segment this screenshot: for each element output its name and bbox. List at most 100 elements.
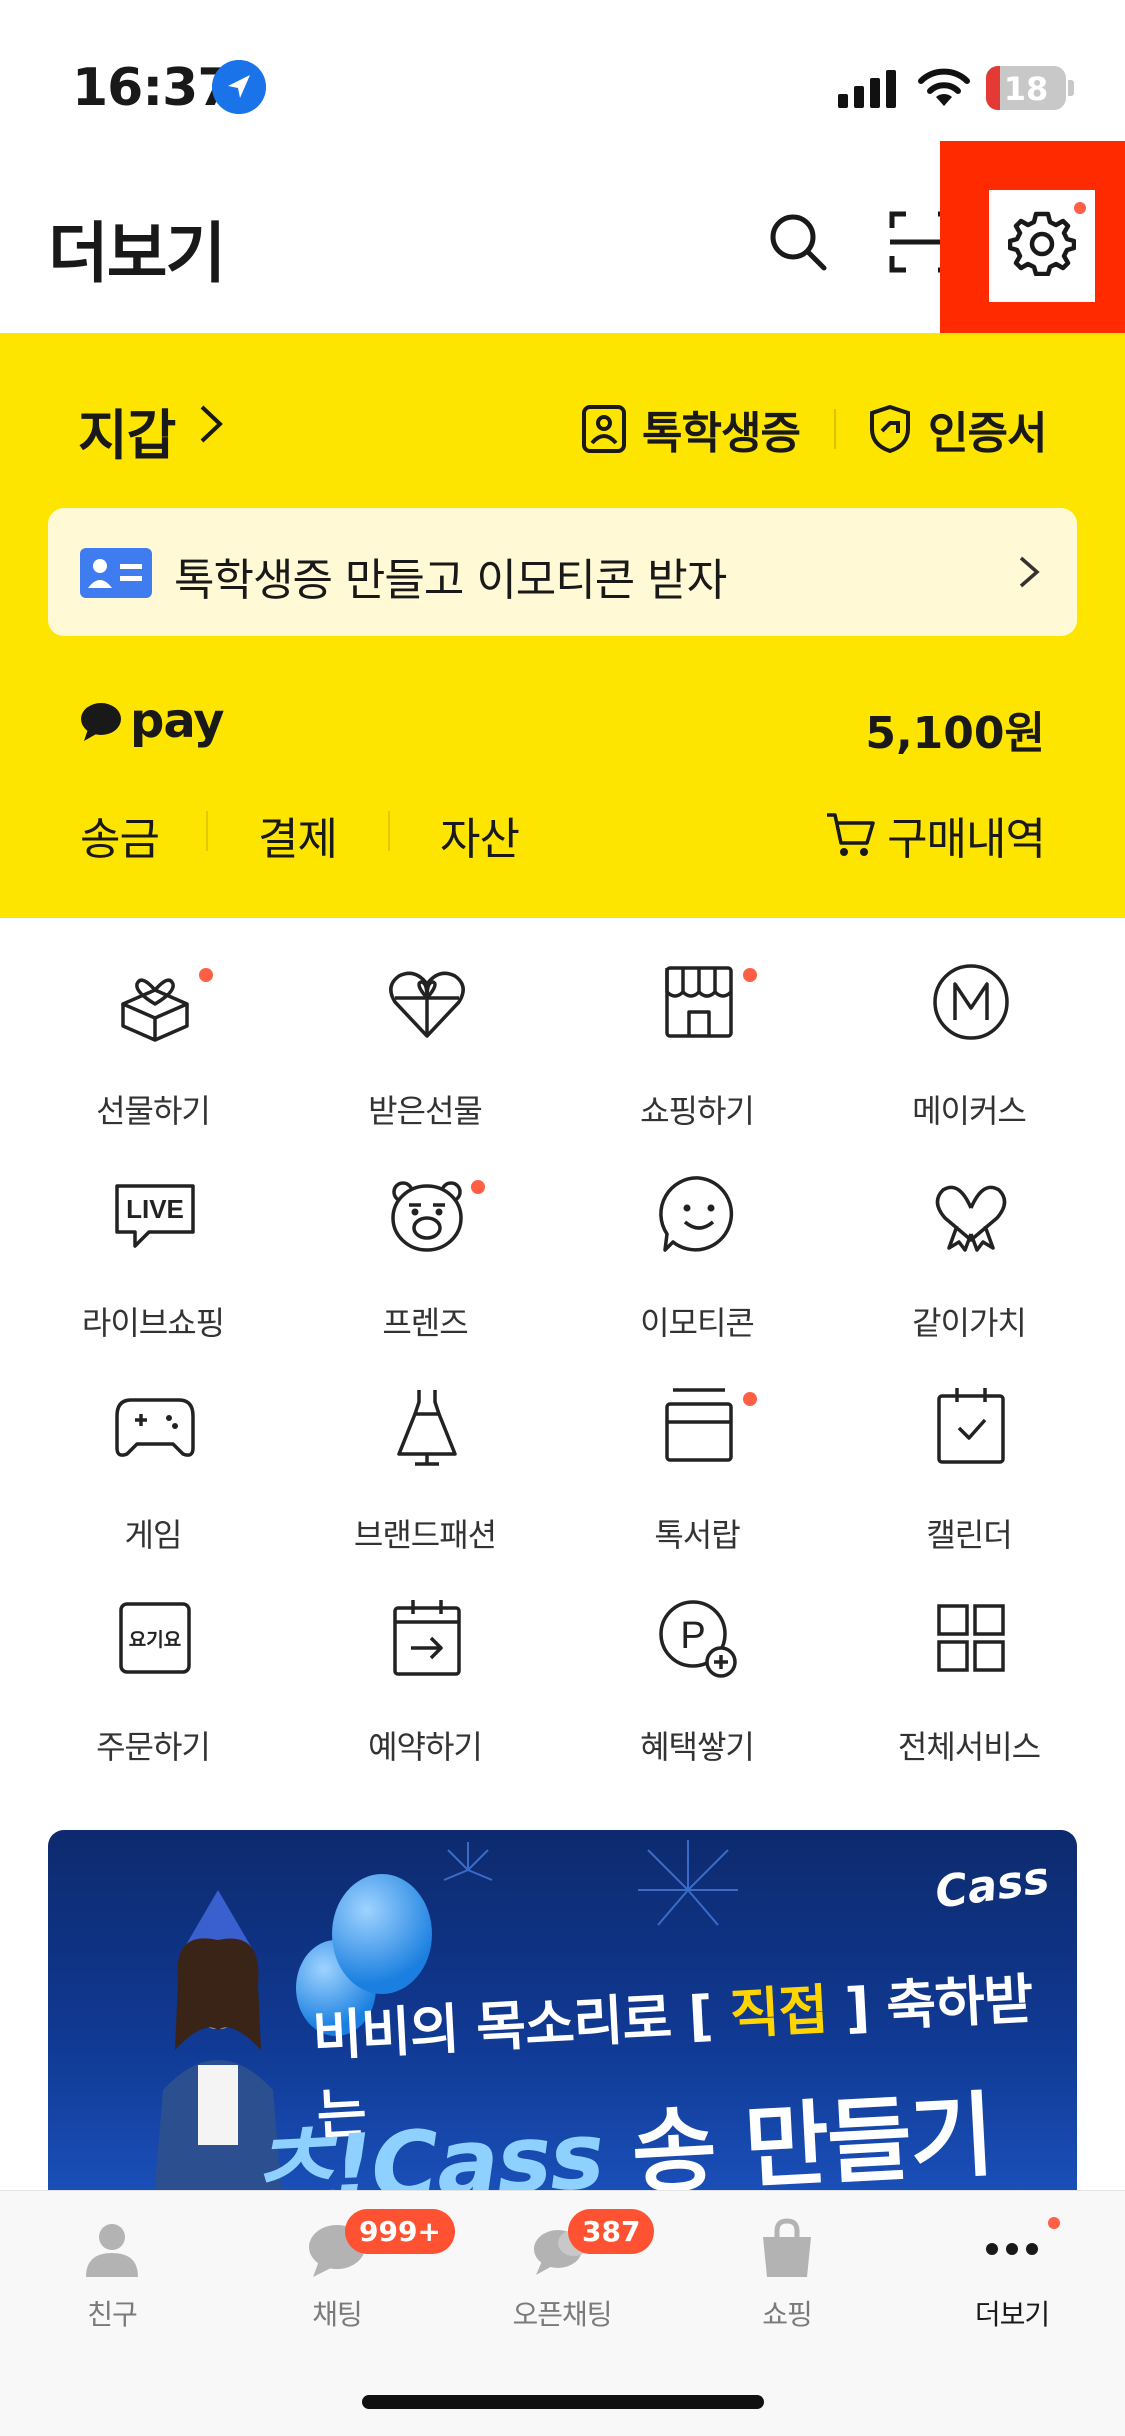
pay-label: pay [130, 693, 225, 749]
service-reservation[interactable]: 예약하기 [289, 1596, 561, 1796]
drawer-icon [665, 1388, 733, 1462]
service-shopping[interactable]: 쇼핑하기 [561, 960, 833, 1160]
service-label: 같이가치 [912, 1304, 1027, 1342]
banner-line1-pre: 비비의 목소리로 [ [311, 1984, 714, 2068]
service-label: 이모티콘 [640, 1304, 755, 1342]
heart-ribbon-icon [935, 1185, 1007, 1252]
tab-label: 친구 [87, 2298, 138, 2331]
search-icon[interactable] [762, 206, 834, 278]
service-order[interactable]: 요기요 주문하기 [17, 1596, 289, 1796]
service-label: 톡서랍 [654, 1516, 740, 1554]
service-makers[interactable]: 메이커스 [833, 960, 1105, 1160]
gear-icon[interactable] [1008, 208, 1076, 276]
tab-chat[interactable]: 채팅 999+ [237, 2209, 455, 2333]
service-label: 선물하기 [96, 1092, 211, 1130]
tab-friends[interactable]: 친구 [12, 2217, 212, 2333]
gamepad-icon [115, 1398, 195, 1457]
student-id-promo-banner[interactable]: 톡학생증 만들고 이모티콘 받자 [48, 508, 1077, 636]
service-game[interactable]: 게임 [17, 1384, 289, 1584]
unread-badge: 999+ [345, 2209, 455, 2254]
banner-line2-suffix: 송 만들기 [629, 2081, 996, 2190]
service-friends[interactable]: 프렌즈 [289, 1172, 561, 1372]
calendar-icon [937, 1388, 1005, 1464]
ad-banner[interactable]: Cass 비비의 목소리로 [ 직접 ] 축하받는 츠!Cass 송 만들기 [48, 1830, 1077, 2190]
id-card-icon [80, 548, 152, 598]
heart-gift-icon [389, 971, 465, 1038]
service-gift[interactable]: 선물하기 [17, 960, 289, 1160]
service-label: 받은선물 [368, 1092, 483, 1130]
certificate-label: 인증서 [928, 408, 1047, 459]
service-benefits[interactable]: P 혜택쌓기 [561, 1596, 833, 1796]
pay-menu-assets[interactable]: 자산 [440, 803, 520, 867]
chevron-right-icon [1019, 556, 1040, 588]
student-id-link[interactable]: 톡학생증 [580, 397, 801, 461]
purchase-history-label: 구매내역 [887, 814, 1046, 865]
tab-label: 오픈채팅 [512, 2298, 612, 2331]
wallet-divider [834, 409, 836, 449]
service-label: 게임 [124, 1516, 183, 1554]
purchase-history-link[interactable]: 구매내역 [825, 803, 1046, 867]
location-arrow-icon [212, 60, 266, 114]
bag-icon [763, 2218, 811, 2277]
student-id-label: 톡학생증 [642, 408, 801, 459]
service-label: 프렌즈 [382, 1304, 468, 1342]
pay-menu-divider [388, 811, 390, 851]
tab-shopping[interactable]: 쇼핑 [687, 2217, 887, 2333]
battery-indicator: 18 [986, 66, 1066, 110]
settings-new-dot [1074, 202, 1086, 214]
point-icon-text: P [680, 1615, 705, 1657]
dress-icon [397, 1390, 457, 1466]
page-title: 더보기 [48, 215, 226, 292]
service-label: 브랜드패션 [353, 1516, 497, 1554]
battery-tip [1068, 80, 1074, 96]
service-talk-drawer[interactable]: 톡서랍 [561, 1384, 833, 1584]
tab-open-chat[interactable]: 오픈채팅 387 [462, 2209, 662, 2333]
service-all[interactable]: 전체서비스 [833, 1596, 1105, 1796]
pay-menu-payment[interactable]: 결제 [258, 803, 338, 867]
service-brand-fashion[interactable]: 브랜드패션 [289, 1384, 561, 1584]
order-icon: 요기요 [119, 1602, 191, 1674]
service-calendar[interactable]: 캘린더 [833, 1384, 1105, 1584]
cart-icon [827, 813, 875, 856]
service-label: 주문하기 [96, 1728, 211, 1766]
order-icon-text: 요기요 [129, 1629, 181, 1651]
id-card-icon [582, 405, 626, 453]
grid-icon [937, 1604, 1005, 1672]
service-label: 혜택쌓기 [640, 1728, 755, 1766]
banner-line2-brand: 츠!Cass [246, 2102, 605, 2190]
service-label: 캘린더 [926, 1516, 1012, 1554]
service-received-gift[interactable]: 받은선물 [289, 960, 561, 1160]
certificate-link[interactable]: 인증서 [866, 397, 1047, 461]
service-together-value[interactable]: 같이가치 [833, 1172, 1105, 1372]
new-dot [743, 968, 757, 982]
makers-icon [933, 964, 1009, 1040]
service-label: 전체서비스 [897, 1728, 1041, 1766]
shield-icon [870, 404, 910, 454]
tab-label: 채팅 [312, 2298, 363, 2331]
battery-text: 18 [1003, 70, 1049, 108]
tab-label: 더보기 [974, 2298, 1050, 2331]
smile-icon [659, 1176, 734, 1252]
service-live-shopping[interactable]: LIVE 라이브쇼핑 [17, 1172, 289, 1372]
tab-more[interactable]: 더보기 [912, 2217, 1112, 2333]
status-bar: 16:37 18 [0, 0, 1125, 150]
pay-menu-transfer[interactable]: 송금 [80, 803, 160, 867]
service-label: 라이브쇼핑 [81, 1304, 225, 1342]
service-emoticon[interactable]: 이모티콘 [561, 1172, 833, 1372]
service-label: 메이커스 [912, 1092, 1027, 1130]
signal-icon [838, 70, 896, 108]
wifi-icon [918, 68, 970, 106]
status-time: 16:37 [72, 58, 234, 118]
wallet-title[interactable]: 지갑 [78, 391, 176, 470]
pay-balance[interactable]: 5,100원 [865, 697, 1045, 761]
kakao-pay-logo[interactable]: pay [80, 693, 225, 749]
live-icon-text: LIVE [126, 1194, 184, 1224]
chevron-right-icon[interactable] [196, 403, 226, 445]
new-dot [199, 968, 213, 982]
live-icon: LIVE [115, 1184, 195, 1248]
reserve-icon [393, 1600, 461, 1676]
wallet-section: 지갑 톡학생증 인증서 톡학생증 만들고 이모티콘 받자 pay 5,100원 … [0, 333, 1125, 918]
new-dot [471, 1180, 485, 1194]
bear-icon [391, 1181, 463, 1252]
tab-label: 쇼핑 [762, 2298, 813, 2331]
